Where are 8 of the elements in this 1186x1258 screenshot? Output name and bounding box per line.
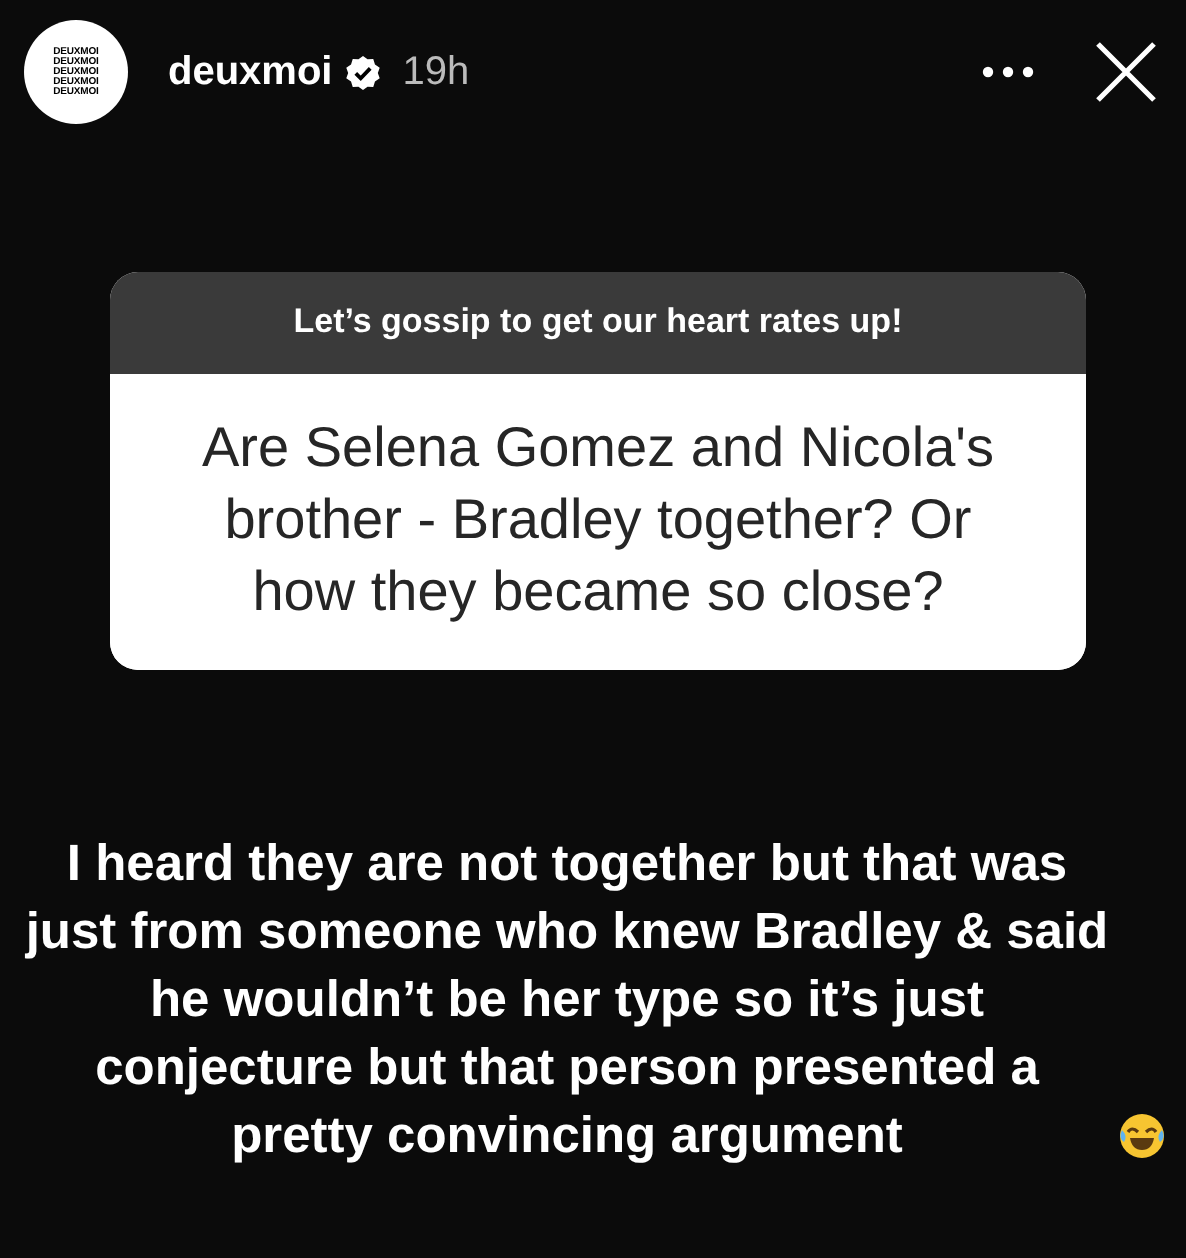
more-options-icon[interactable]: [982, 66, 1034, 78]
answer-text: I heard they are not together but that was just from someone who knew Bradley & said he wouldn’t be her type so it’s just conjecture but that person presented a pretty convincing argument: [23, 834, 1111, 1168]
username[interactable]: deuxmoi: [168, 49, 333, 95]
question-text: Are Selena Gomez and Nicola's brother - Bradley together? Or how they became so close?: [200, 414, 996, 626]
question-prompt: Let’s gossip to get our heart rates up!: [110, 272, 1086, 374]
close-icon[interactable]: [1094, 40, 1158, 104]
laughing-emoji-icon: [1118, 1112, 1166, 1160]
post-time: 19h: [402, 49, 470, 95]
